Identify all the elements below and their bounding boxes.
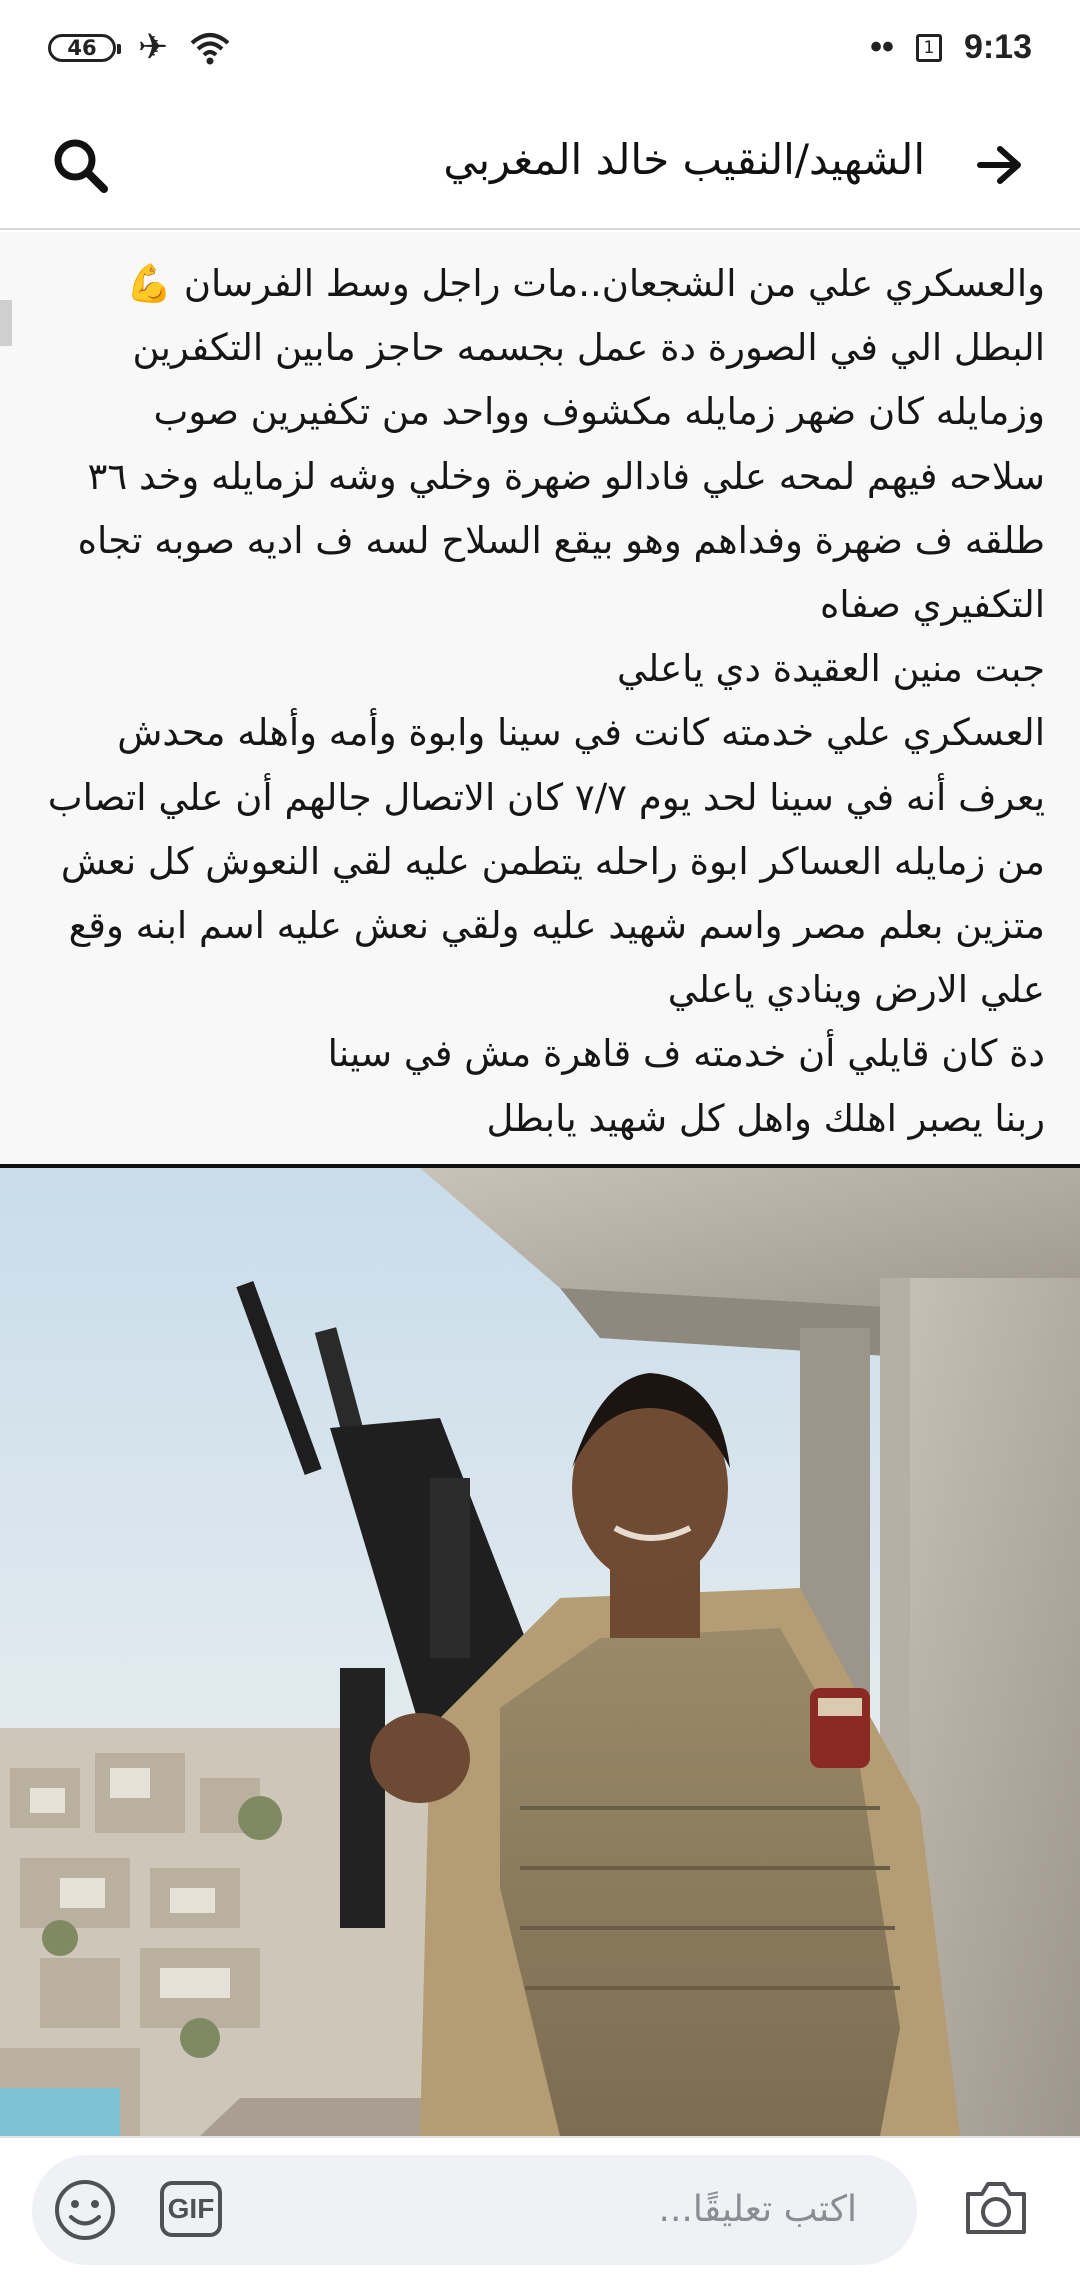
comment-composer: GIF اكتب تعليقًا... [0,2136,1080,2280]
page-title: الشهيد/النقيب خالد المغربي [443,135,925,184]
post-line: التكفيري صفاه [820,583,1045,627]
search-icon [54,139,108,193]
post-line: يعرف أنه في سينا لحد يوم ٧/٧ كان الاتصال… [47,775,1045,819]
battery-level: 46 [67,35,97,60]
app-bar: الشهيد/النقيب خالد المغربي [0,95,1080,230]
overflow-dots: •• [870,28,894,66]
camera-icon[interactable] [960,2172,1032,2244]
post-line: علي الارض وينادي ياعلي [667,968,1045,1012]
post-line: سلاحه فيهم لمحه علي فادالو ضهرة وخلي وشه… [87,454,1045,498]
gif-label: GIF [167,2193,215,2224]
post-photo[interactable] [0,1168,1080,2136]
post-line: من زمايله العساكر ابوة راحله يتطمن عليه … [60,839,1045,883]
screen: 46 ✈ •• 1 9:13 الشهيد/النقيب خالد المغرب… [0,0,1080,2280]
search-button[interactable] [45,130,115,200]
post-line: ربنا يصبر اهلك واهل كل شهيد يابطل [486,1096,1045,1140]
status-bar-right: •• 1 9:13 [870,28,1032,67]
post-line: العسكري علي خدمته كانت في سينا وابوة وأم… [117,711,1045,755]
post-line: متزين بعلم مصر واسم شهيد عليه ولقي نعش ع… [68,904,1045,948]
back-button[interactable] [970,135,1030,195]
status-bar-left: 46 ✈ [48,26,230,68]
sim-slot: 1 [923,37,935,58]
arrow-right-icon [977,146,1021,184]
post-line: طلقه ف ضهرة وفداهم وهو بيقع السلاح لسه ف… [77,518,1045,562]
clock: 9:13 [963,28,1032,66]
sim-icon: 1 [915,33,942,62]
airplane-mode-icon: ✈ [138,26,169,68]
comment-placeholder: اكتب تعليقًا... [658,2189,857,2230]
wifi-icon [190,32,230,64]
smiley-icon[interactable] [52,2177,118,2243]
post-body: والعسكري علي من الشجعان..مات راجل وسط ال… [0,232,1080,1164]
gif-button[interactable]: GIF [160,2181,222,2237]
post-line: جبت منين العقيدة دي ياعلي [617,647,1045,691]
scroll-indicator [0,300,12,346]
post-line: دة كان قايلي أن خدمته ف قاهرة مش في سينا [327,1032,1045,1076]
soldier-photo-illustration [0,1168,1080,2136]
status-bar: 46 ✈ •• 1 9:13 [0,0,1080,95]
post-line: البطل الي في الصورة دة عمل بجسمه حاجز ما… [132,326,1045,370]
battery-icon: 46 [48,33,121,62]
comment-input[interactable]: GIF اكتب تعليقًا... [32,2155,917,2265]
post-line: والعسكري علي من الشجعان..مات راجل وسط ال… [126,262,1045,305]
post-line: وزمايله كان ضهر زمايله مكشوف وواحد من تك… [153,390,1045,434]
